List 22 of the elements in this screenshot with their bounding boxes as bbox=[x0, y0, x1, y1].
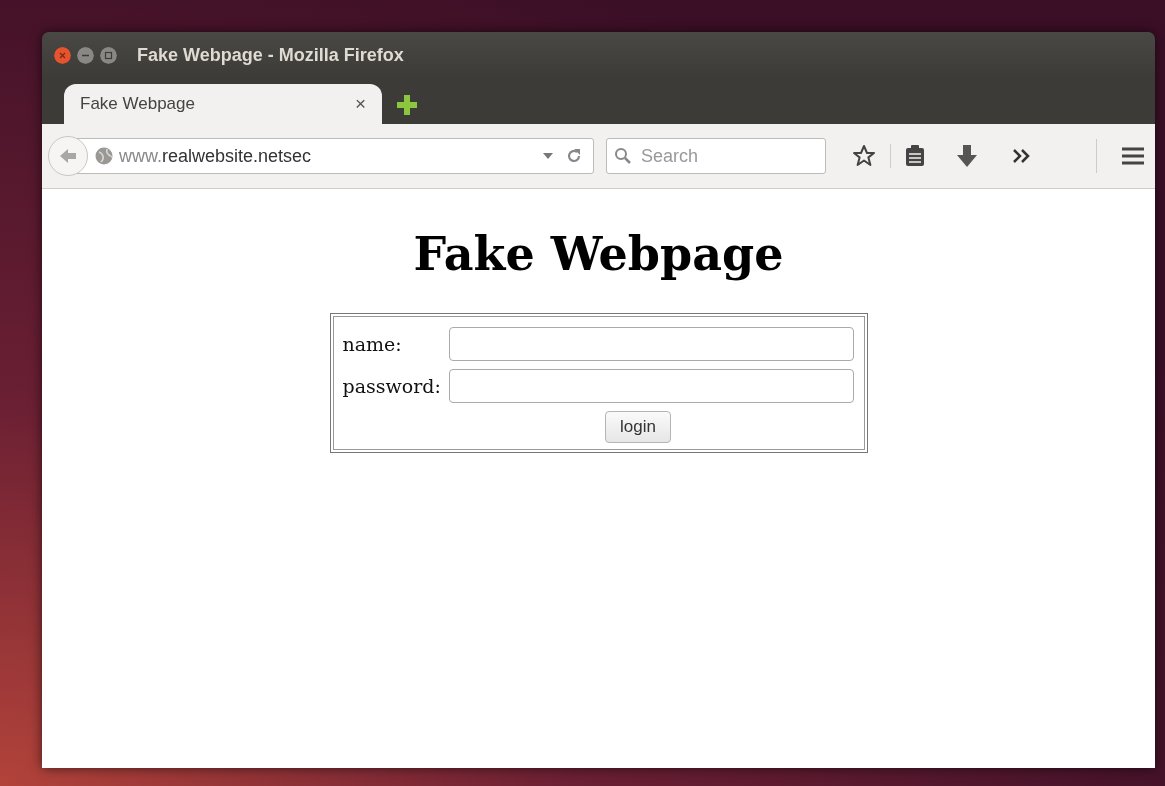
maximize-icon[interactable] bbox=[100, 46, 117, 64]
field-label: password: bbox=[342, 375, 441, 397]
window-title: Fake Webpage - Mozilla Firefox bbox=[137, 44, 404, 66]
new-tab-icon[interactable] bbox=[396, 94, 418, 116]
login-button[interactable]: login bbox=[605, 411, 671, 443]
page-heading: Fake Webpage bbox=[412, 227, 785, 281]
address-bar[interactable]: www.realwebsite.netsec bbox=[76, 138, 594, 174]
url-text[interactable]: www.realwebsite.netsec bbox=[119, 145, 537, 167]
text-field[interactable] bbox=[448, 327, 854, 361]
search-icon bbox=[614, 147, 632, 165]
close-icon[interactable] bbox=[54, 46, 71, 64]
globe-icon bbox=[95, 147, 113, 165]
minimize-icon[interactable] bbox=[77, 46, 94, 64]
reload-icon[interactable] bbox=[565, 147, 583, 165]
dropdown-icon[interactable] bbox=[543, 152, 553, 160]
search-field[interactable]: Search bbox=[606, 138, 826, 174]
browser-tab[interactable]: Fake Webpage × bbox=[64, 84, 382, 124]
text-field[interactable] bbox=[448, 369, 854, 403]
back-button[interactable] bbox=[48, 136, 88, 176]
back-arrow-icon[interactable] bbox=[58, 147, 78, 165]
field-label: name: bbox=[342, 333, 403, 355]
close-tab-icon[interactable]: × bbox=[354, 93, 366, 115]
